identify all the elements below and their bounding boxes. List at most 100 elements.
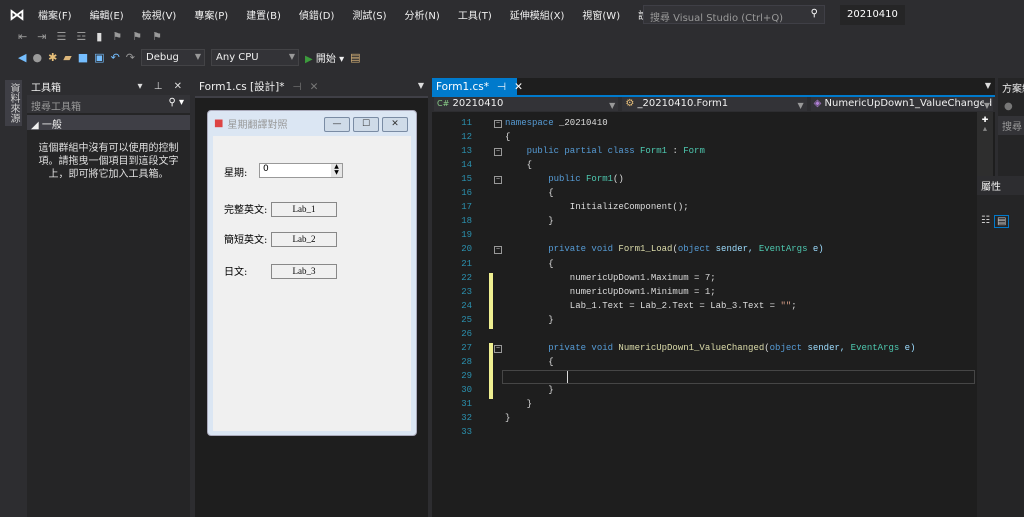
field-label: 日文:	[224, 267, 248, 278]
code-token: public partial class	[505, 146, 641, 157]
menu-item[interactable]: 偵錯(D)	[299, 7, 335, 22]
value-label: Lab_2	[271, 232, 337, 247]
collapse-icon[interactable]: −	[494, 148, 502, 157]
menu-item[interactable]: 檔案(F)	[38, 7, 72, 22]
collapse-icon[interactable]: −	[494, 120, 502, 128]
tab-overflow-icon[interactable]: ▼	[985, 81, 991, 90]
toolbox-group-general[interactable]: ◢ 一般	[27, 115, 190, 131]
pin-icon[interactable]: ⊣	[497, 81, 506, 93]
categorized-icon[interactable]: ☷	[981, 215, 990, 228]
code-line: numericUpDown1.Minimum = 1;	[505, 287, 716, 297]
save-icon[interactable]: ■	[78, 51, 88, 64]
start-label: 開始	[315, 53, 336, 65]
class-dropdown[interactable]: ⚙ _20210410.Form1 ▼	[622, 97, 807, 111]
form-window[interactable]: ■ 星期翻譯對照 — ☐ ✕ 星期: 0 ▲ ▼ 完整英文: Lab_1 簡短英文: Lab…	[207, 110, 417, 436]
outdent-icon[interactable]: ⇥	[37, 30, 46, 44]
indent-icon[interactable]: ⇤	[18, 30, 27, 44]
project-dropdown[interactable]: C# 20210410 ▼	[434, 97, 619, 111]
line-number: 13	[461, 146, 472, 157]
search-icon: ⚲	[810, 8, 818, 19]
navigation-bar: C# 20210410 ▼ ⚙ _20210410.Form1 ▼ ◈ Numeri…	[432, 97, 995, 112]
code-token: object	[677, 244, 711, 255]
find-in-files-icon[interactable]: ▤	[350, 51, 360, 64]
close-icon[interactable]: ✕	[514, 81, 523, 93]
line-number: 20	[461, 244, 472, 255]
current-line-highlight	[502, 369, 975, 384]
tab-form1-code[interactable]: Form1.cs* ⊣ ✕	[432, 78, 523, 95]
line-number: 28	[461, 356, 472, 367]
close-button[interactable]: ✕	[382, 117, 408, 132]
data-sources-tab[interactable]: 資料來源	[5, 80, 22, 126]
code-line: }	[505, 384, 554, 395]
new-project-icon[interactable]: ✱	[48, 51, 57, 64]
maximize-button[interactable]: ☐	[353, 117, 379, 132]
code-line: }	[505, 413, 510, 423]
collapse-icon[interactable]: −	[494, 176, 502, 185]
configuration-dropdown[interactable]: Debug ▼	[141, 48, 206, 66]
code-line: InitializeComponent();	[505, 202, 689, 212]
toolbox-search-input[interactable]: 搜尋工具箱 ⚲ ▾	[27, 95, 190, 113]
chevron-down-icon: ▼	[983, 99, 990, 111]
next-bookmark-icon[interactable]: ⚑	[132, 30, 142, 44]
menu-item[interactable]: 視窗(W)	[582, 7, 620, 22]
menu-item[interactable]: 延伸模組(X)	[510, 7, 565, 22]
back-icon[interactable]: ◀	[18, 51, 26, 64]
menu-item[interactable]: 檢視(V)	[142, 7, 177, 22]
undo-icon[interactable]: ↶	[111, 51, 120, 64]
line-number: 19	[461, 230, 472, 241]
menu-item[interactable]: 建置(B)	[246, 7, 281, 22]
collapse-icon[interactable]: −	[494, 246, 502, 255]
save-all-icon[interactable]: ▣	[94, 51, 104, 64]
change-marker	[489, 314, 493, 329]
panel-controls[interactable]: ▾ ⊥ ✕	[138, 81, 186, 92]
code-line: }	[505, 399, 532, 409]
menu-item[interactable]: 工具(T)	[458, 7, 492, 22]
clear-bookmarks-icon[interactable]: ⚑	[152, 30, 162, 44]
line-number: 25	[461, 314, 472, 325]
menu-item[interactable]: 測試(S)	[352, 7, 386, 22]
standard-toolbar: ◀ ● ✱ ▰ ■ ▣ ↶ ↷ Debug ▼ Any CPU ▼ ▶ 開始 ▾ ▤	[18, 48, 361, 66]
code-line: {	[505, 259, 553, 269]
forward-icon[interactable]: ●	[32, 51, 42, 64]
tab-form1-design[interactable]: Form1.cs [設計]* ⊣ ✕	[195, 78, 318, 95]
code-token: ()	[613, 174, 624, 185]
alphabetical-icon[interactable]: ▤	[993, 215, 1010, 228]
line-number: 23	[461, 286, 472, 297]
designer-pane: Form1.cs [設計]* ⊣ ✕ ▼ ■ 星期翻譯對照 — ☐ ✕ 星期: 0 ▲ ▼…	[195, 78, 428, 517]
tab-overflow-icon[interactable]: ▼	[418, 81, 424, 90]
search-input[interactable]: 搜尋 Visual Studio (Ctrl+Q) ⚲	[643, 5, 825, 24]
scroll-up-icon[interactable]: ▲	[977, 126, 993, 134]
platform-dropdown[interactable]: Any CPU ▼	[211, 48, 300, 66]
menu-item[interactable]: 分析(N)	[405, 7, 440, 22]
uncomment-icon[interactable]: ☲	[76, 30, 86, 44]
solution-search-input[interactable]: 搜尋	[998, 116, 1024, 135]
minimize-button[interactable]: —	[324, 117, 350, 132]
change-marker	[489, 272, 493, 287]
bookmark-icon[interactable]: ▮	[96, 30, 102, 44]
code-token: e)	[807, 244, 824, 255]
split-icon[interactable]: ✚	[977, 112, 993, 126]
code-token: private void	[505, 342, 619, 353]
code-token: namespace	[505, 118, 554, 128]
menu-item[interactable]: 專案(P)	[194, 7, 228, 22]
menu-item[interactable]: 編輯(E)	[90, 7, 124, 22]
pin-icon[interactable]: ⊣	[293, 81, 302, 93]
code-editor[interactable]: ✚ ▲ 11− namespace _20210410 12{13− public p…	[432, 112, 995, 517]
close-icon[interactable]: ✕	[310, 81, 319, 93]
open-folder-icon[interactable]: ▰	[63, 51, 71, 64]
day-numeric-updown[interactable]: 0 ▲ ▼	[259, 163, 343, 178]
class-icon: ⚙	[625, 98, 635, 109]
code-token: ;	[791, 300, 797, 311]
spin-buttons[interactable]: ▲ ▼	[331, 164, 342, 177]
code-token: }	[505, 384, 554, 395]
redo-icon[interactable]: ↷	[126, 51, 135, 64]
member-dropdown[interactable]: ◈ NumericUpDown1_ValueChanged ▼	[810, 97, 993, 111]
start-button[interactable]: ▶ 開始 ▾	[305, 50, 344, 65]
prev-bookmark-icon[interactable]: ⚑	[112, 30, 122, 44]
back-icon[interactable]: ●	[998, 97, 1024, 116]
code-token: NumericUpDown1_ValueChanged	[618, 342, 765, 353]
collapse-icon[interactable]: −	[494, 344, 502, 353]
comment-icon[interactable]: ☰	[56, 30, 66, 44]
properties-panel: 屬性 ☷ ▤	[977, 176, 1024, 517]
visual-studio-logo-icon[interactable]: ⋈	[6, 3, 28, 25]
